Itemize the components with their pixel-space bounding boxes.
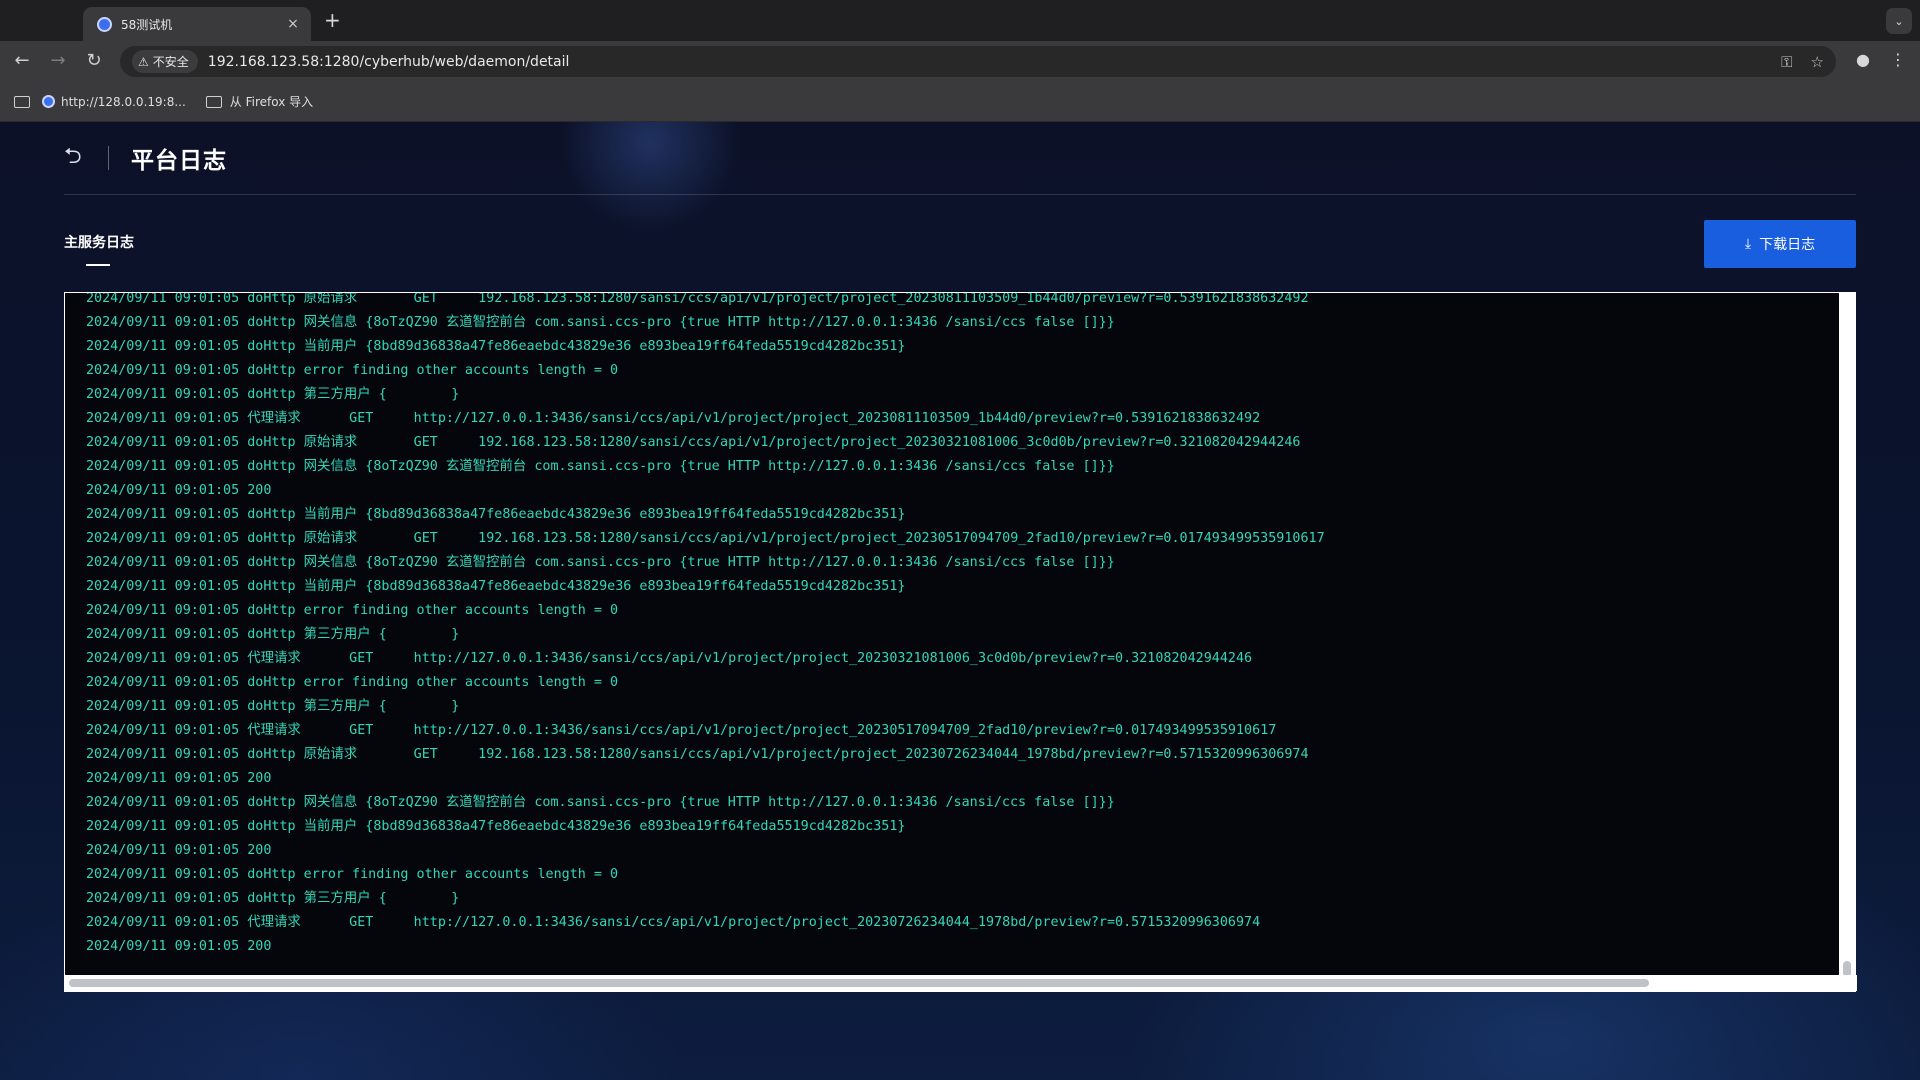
kebab-menu-icon[interactable]: ⋮: [1890, 50, 1906, 69]
page-header: ⮌ 平台日志: [64, 122, 1856, 195]
url-text[interactable]: 192.168.123.58:1280/cyberhub/web/daemon/…: [208, 54, 570, 70]
log-output[interactable]: 2024/09/11 09:01:05 doHttp 原始请求 GET 192.…: [65, 293, 1841, 977]
log-line: 2024/09/11 09:01:05 doHttp 第三方用户 { }: [86, 891, 460, 906]
site-favicon-icon: [42, 95, 55, 108]
browser-toolbar: ← → ↻ ⚠ 不安全 192.168.123.58:1280/cyberhub…: [0, 41, 1920, 82]
address-bar[interactable]: ⚠ 不安全 192.168.123.58:1280/cyberhub/web/d…: [120, 46, 1836, 77]
password-key-icon[interactable]: ⚿: [1781, 53, 1792, 71]
log-line: 2024/09/11 09:01:05 doHttp 第三方用户 { }: [86, 699, 460, 714]
log-line: 2024/09/11 09:01:05 doHttp 第三方用户 { }: [86, 387, 460, 402]
tab-main-service-log[interactable]: 主服务日志: [64, 232, 134, 252]
log-line: 2024/09/11 09:01:05 doHttp error finding…: [86, 867, 619, 882]
browser-tabstrip: 58测试机 × + ⌄: [0, 0, 1920, 41]
log-line: 2024/09/11 09:01:05 doHttp 当前用户 {8bd89d3…: [86, 579, 906, 594]
log-tabs: 主服务日志 ⤓ 下载日志: [64, 220, 1856, 268]
log-line: 2024/09/11 09:01:05 代理请求 GET http://127.…: [86, 651, 1253, 666]
bookmark-star-icon[interactable]: ☆: [1811, 53, 1824, 71]
security-label: 不安全: [152, 55, 189, 69]
back-arrow-icon[interactable]: ←: [11, 50, 33, 72]
profile-icon[interactable]: ●: [1856, 50, 1870, 69]
log-line: 2024/09/11 09:01:05 200: [86, 771, 272, 786]
undo-back-icon[interactable]: ⮌: [64, 139, 90, 177]
log-line: 2024/09/11 09:01:05 代理请求 GET http://127.…: [86, 723, 1277, 738]
log-line: 2024/09/11 09:01:05 doHttp 原始请求 GET 192.…: [86, 531, 1325, 546]
log-line: 2024/09/11 09:01:05 doHttp 原始请求 GET 192.…: [86, 747, 1309, 762]
log-line: 2024/09/11 09:01:05 doHttp 原始请求 GET 192.…: [86, 293, 1309, 306]
page-title: 平台日志: [131, 148, 227, 174]
log-line: 2024/09/11 09:01:05 doHttp 当前用户 {8bd89d3…: [86, 507, 906, 522]
folder-icon[interactable]: [14, 95, 30, 108]
reload-icon[interactable]: ↻: [83, 50, 105, 72]
log-line: 2024/09/11 09:01:05 doHttp 原始请求 GET 192.…: [86, 435, 1301, 450]
bookmark-item[interactable]: http://128.0.0.19:8...: [42, 95, 186, 109]
log-line: 2024/09/11 09:01:05 doHttp error finding…: [86, 675, 619, 690]
tab-search-menu-icon[interactable]: ⌄: [1886, 8, 1912, 34]
warning-icon: ⚠: [138, 54, 149, 69]
log-line: 2024/09/11 09:01:05 代理请求 GET http://127.…: [86, 915, 1261, 930]
horizontal-scroll-thumb[interactable]: [69, 979, 1649, 987]
active-tab-indicator: [86, 264, 110, 266]
page-content: ⮌ 平台日志 主服务日志 ⤓ 下载日志 2024/09/11 09:01:05 …: [0, 122, 1920, 1080]
site-favicon-icon: [97, 16, 112, 32]
browser-tab-active[interactable]: 58测试机 ×: [83, 7, 311, 41]
download-log-button[interactable]: ⤓ 下载日志: [1704, 220, 1856, 268]
bookmark-label: 从 Firefox 导入: [229, 95, 314, 109]
new-tab-button[interactable]: +: [324, 8, 341, 32]
log-line: 2024/09/11 09:01:05 doHttp 网关信息 {8oTzQZ9…: [86, 795, 1115, 810]
log-line: 2024/09/11 09:01:05 doHttp error finding…: [86, 363, 619, 378]
log-lines: 2024/09/11 09:01:05 doHttp 原始请求 GET 192.…: [65, 293, 1841, 959]
log-line: 2024/09/11 09:01:05 doHttp 网关信息 {8oTzQZ9…: [86, 315, 1115, 330]
close-tab-icon[interactable]: ×: [285, 16, 301, 32]
log-line: 2024/09/11 09:01:05 doHttp 网关信息 {8oTzQZ9…: [86, 459, 1115, 474]
log-line: 2024/09/11 09:01:05 200: [86, 483, 272, 498]
log-line: 2024/09/11 09:01:05 doHttp 第三方用户 { }: [86, 627, 460, 642]
bookmark-folder-firefox[interactable]: 从 Firefox 导入: [205, 93, 314, 110]
vertical-scrollbar[interactable]: [1839, 293, 1855, 977]
tab-title: 58测试机: [121, 17, 173, 32]
log-line: 2024/09/11 09:01:05 200: [86, 939, 272, 954]
download-icon: ⤓: [1744, 236, 1752, 252]
log-line: 2024/09/11 09:01:05 200: [86, 843, 272, 858]
bookmark-label: http://128.0.0.19:8...: [61, 94, 186, 109]
log-line: 2024/09/11 09:01:05 doHttp 当前用户 {8bd89d3…: [86, 339, 906, 354]
folder-icon: [205, 95, 222, 108]
download-label: 下载日志: [1759, 237, 1816, 253]
bookmarks-bar: http://128.0.0.19:8... 从 Firefox 导入: [0, 82, 1920, 122]
log-line: 2024/09/11 09:01:05 doHttp 当前用户 {8bd89d3…: [86, 819, 906, 834]
log-line: 2024/09/11 09:01:05 doHttp error finding…: [86, 603, 619, 618]
log-viewer[interactable]: 2024/09/11 09:01:05 doHttp 原始请求 GET 192.…: [64, 292, 1857, 992]
log-line: 2024/09/11 09:01:05 代理请求 GET http://127.…: [86, 411, 1261, 426]
log-line: 2024/09/11 09:01:05 doHttp 网关信息 {8oTzQZ9…: [86, 555, 1115, 570]
security-indicator[interactable]: ⚠ 不安全: [132, 50, 198, 73]
forward-arrow-icon[interactable]: →: [47, 50, 69, 72]
header-divider: [108, 146, 109, 170]
horizontal-scrollbar[interactable]: [65, 975, 1857, 991]
